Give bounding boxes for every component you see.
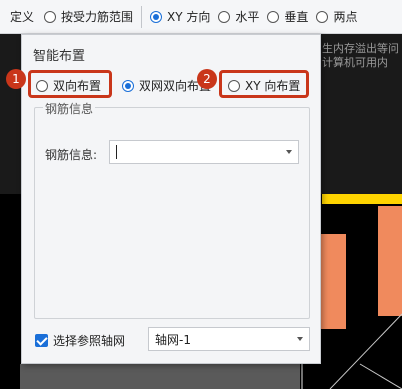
radio-by-force-range[interactable]: 按受力筋范围 (44, 8, 133, 25)
text-cursor (116, 145, 117, 159)
radio-circle-icon (267, 10, 280, 23)
option-label: 双向布置 (53, 79, 102, 93)
chevron-down-icon[interactable] (286, 150, 292, 154)
radio-xy-direction[interactable]: XY 方向 (150, 8, 210, 25)
radio-label: XY 方向 (167, 10, 211, 24)
radio-label: 垂直 (284, 10, 309, 24)
step-badge: 1 (6, 69, 26, 89)
step-badge: 2 (197, 69, 217, 89)
radio-label: 按受力筋范围 (61, 10, 134, 24)
axis-grid-value: 轴网-1 (155, 332, 191, 347)
checkbox-checked-icon (35, 334, 48, 347)
yellow-beam-top (322, 194, 402, 204)
toolbar-partial-label: 定义 (10, 10, 35, 24)
orange-column-left (318, 234, 346, 329)
radio-circle-icon (36, 79, 48, 92)
radio-circle-icon (228, 79, 240, 92)
radio-label: 水平 (235, 10, 260, 24)
radio-two-way-layout[interactable]: 双向布置 (36, 77, 101, 94)
chevron-down-icon (297, 337, 303, 341)
rebar-info-group: 钢筋信息 钢筋信息: (34, 100, 310, 319)
canvas-note-line: 生内存溢出等问 (322, 42, 399, 55)
radio-horizontal[interactable]: 水平 (218, 8, 259, 25)
radio-circle-icon (218, 10, 231, 23)
radio-circle-icon (316, 10, 329, 23)
radio-two-points[interactable]: 两点 (316, 8, 357, 25)
radio-label: 两点 (333, 10, 358, 24)
radio-vertical[interactable]: 垂直 (267, 8, 308, 25)
orange-column-right (378, 206, 402, 316)
axis-checkbox[interactable]: 选择参照轴网 (35, 332, 125, 349)
axis-grid-select[interactable]: 轴网-1 (148, 327, 310, 351)
canvas-gray-strip (20, 364, 300, 389)
rebar-info-input[interactable] (109, 140, 299, 164)
canvas-note-line: 计算机可用内 (322, 56, 388, 69)
radio-circle-icon (44, 10, 57, 23)
checkbox-label: 选择参照轴网 (53, 334, 126, 348)
top-toolbar: 定义 按受力筋范围 XY 方向 水平 垂直 两点 (0, 0, 402, 34)
radio-selected-icon (122, 79, 134, 92)
smart-layout-dialog: 智能布置 1 双向布置 双网双向布置 2 XY 向布置 钢筋信息 钢筋信息: 选… (6, 34, 321, 364)
radio-xy-layout[interactable]: XY 向布置 (228, 77, 300, 94)
rebar-info-label: 钢筋信息: (45, 148, 98, 162)
dialog-title: 智能布置 (33, 49, 86, 64)
group-legend: 钢筋信息 (43, 100, 96, 117)
radio-selected-icon (150, 10, 163, 23)
toolbar-divider (141, 5, 143, 28)
canvas-note: 生内存溢出等问 计算机可用内 (322, 42, 399, 70)
option-label: XY 向布置 (245, 79, 301, 93)
diagonal-line (359, 363, 402, 389)
